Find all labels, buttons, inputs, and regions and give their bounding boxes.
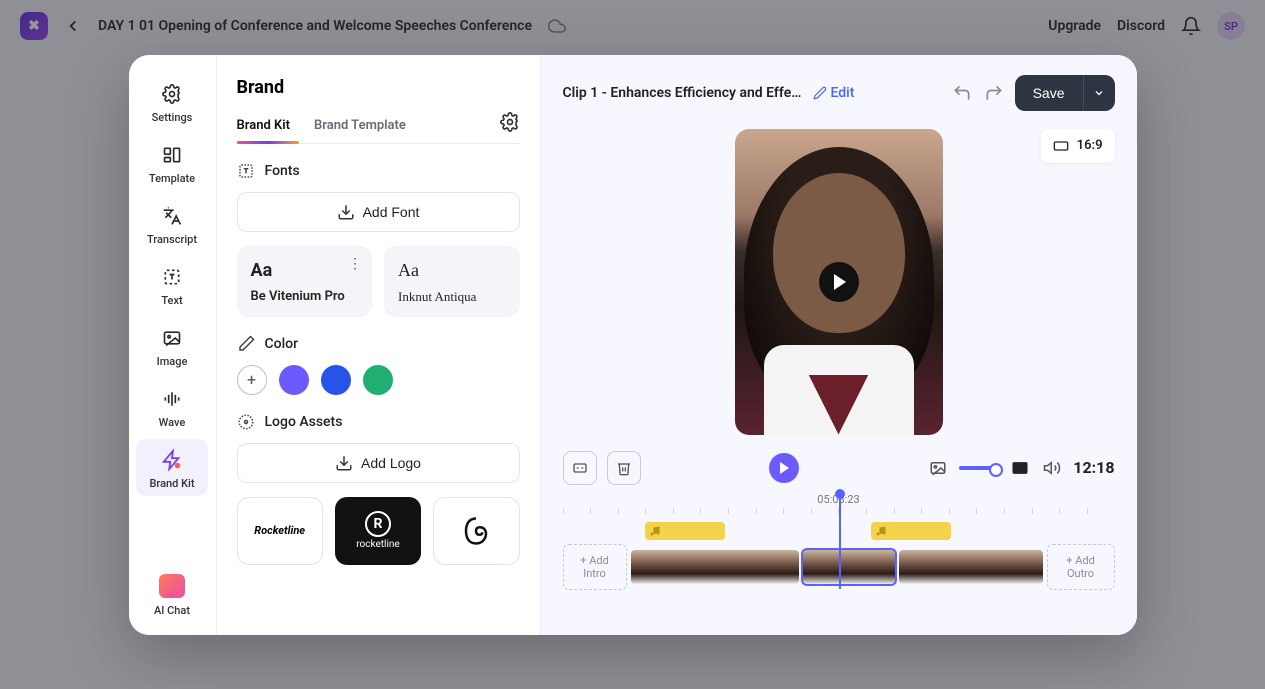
undo-icon[interactable] xyxy=(951,82,973,104)
section-label: Fonts xyxy=(265,163,300,179)
text-icon xyxy=(161,266,183,288)
color-swatch[interactable] xyxy=(279,365,309,395)
eyedropper-icon xyxy=(237,335,255,353)
zoom-slider[interactable] xyxy=(959,466,999,470)
edit-button[interactable]: Edit xyxy=(813,85,855,101)
redo-icon[interactable] xyxy=(983,82,1005,104)
save-button-group: Save xyxy=(1015,75,1115,111)
font-name: Be Vitenium Pro xyxy=(251,289,359,304)
audio-segment[interactable] xyxy=(871,522,951,540)
sidebar-label: Settings xyxy=(152,111,193,124)
sidebar-label: Text xyxy=(161,294,182,307)
aspect-ratio-button[interactable]: 16:9 xyxy=(1041,129,1115,163)
image-small-icon[interactable] xyxy=(927,457,949,479)
timeline: 05:08:23 + Add Intro xyxy=(563,493,1115,590)
logo-asset[interactable] xyxy=(433,497,519,565)
sidebar-item-text[interactable]: Text xyxy=(136,256,208,313)
clip-segment[interactable] xyxy=(899,550,1043,584)
fonts-icon xyxy=(237,162,255,180)
logo-asset[interactable]: R rocketline xyxy=(335,497,421,565)
section-label: Logo Assets xyxy=(265,414,343,430)
brand-tabs: Brand Kit Brand Template xyxy=(237,112,520,144)
video-preview[interactable] xyxy=(735,129,943,435)
preview-panel: Clip 1 - Enhances Efficiency and Effe...… xyxy=(541,55,1137,635)
add-outro-button[interactable]: + Add Outro xyxy=(1047,544,1115,590)
delete-button[interactable] xyxy=(607,451,641,485)
clip-segment-selected[interactable] xyxy=(803,550,895,584)
sidebar-label: Image xyxy=(157,355,188,368)
clip-title: Clip 1 - Enhances Efficiency and Effe... xyxy=(563,85,803,101)
sidebar-label: AI Chat xyxy=(154,604,190,617)
sidebar-label: Transcript xyxy=(147,233,197,246)
wave-icon xyxy=(161,388,183,410)
sidebar-item-wave[interactable]: Wave xyxy=(136,378,208,435)
sidebar-item-aichat[interactable]: AI Chat xyxy=(136,574,208,617)
color-swatch[interactable] xyxy=(363,365,393,395)
gear-icon xyxy=(161,83,183,105)
font-card[interactable]: ⋮ Aa Be Vitenium Pro xyxy=(237,246,373,317)
transcript-icon xyxy=(161,205,183,227)
modal-overlay: Settings Template Transcript Text Image … xyxy=(0,0,1265,689)
logo-section: Logo Assets Add Logo Rocketline R rocket… xyxy=(237,413,520,565)
sidebar-label: Template xyxy=(149,172,195,185)
play-overlay-icon[interactable] xyxy=(819,262,859,302)
clip-segment[interactable] xyxy=(631,550,799,584)
font-preview: Aa xyxy=(251,260,359,281)
save-dropdown[interactable] xyxy=(1083,75,1115,111)
sidebar-item-template[interactable]: Template xyxy=(136,134,208,191)
section-label: Color xyxy=(265,336,299,352)
template-icon xyxy=(161,144,183,166)
image-icon xyxy=(161,327,183,349)
sidebar-label: Brand Kit xyxy=(149,477,194,490)
volume-icon[interactable] xyxy=(1041,457,1063,479)
sidebar-item-transcript[interactable]: Transcript xyxy=(136,195,208,252)
tab-brand-kit[interactable]: Brand Kit xyxy=(237,112,291,143)
fonts-section: Fonts Add Font ⋮ Aa Be Vitenium Pro Aa I… xyxy=(237,162,520,317)
audio-segment[interactable] xyxy=(645,522,725,540)
sidebar-label: Wave xyxy=(159,416,186,429)
brand-panel: Brand Brand Kit Brand Template Fonts Add… xyxy=(217,55,541,635)
brand-modal: Settings Template Transcript Text Image … xyxy=(129,55,1137,635)
color-section: Color + xyxy=(237,335,520,395)
sidebar-item-brandkit[interactable]: Brand Kit xyxy=(136,439,208,496)
save-button[interactable]: Save xyxy=(1015,75,1083,111)
add-font-button[interactable]: Add Font xyxy=(237,192,520,232)
captions-toggle[interactable] xyxy=(563,451,597,485)
duration-label: 12:18 xyxy=(1073,458,1114,477)
logo-asset[interactable]: Rocketline xyxy=(237,497,323,565)
add-color-button[interactable]: + xyxy=(237,365,267,395)
chat-icon xyxy=(159,574,185,598)
add-logo-button[interactable]: Add Logo xyxy=(237,443,520,483)
font-preview: Aa xyxy=(398,260,506,281)
image-large-icon[interactable] xyxy=(1009,457,1031,479)
brandkit-icon xyxy=(161,449,183,471)
add-intro-button[interactable]: + Add Intro xyxy=(563,544,627,590)
gear-icon[interactable] xyxy=(500,112,520,143)
modal-sidebar: Settings Template Transcript Text Image … xyxy=(129,55,217,635)
sidebar-item-settings[interactable]: Settings xyxy=(136,73,208,130)
sidebar-item-image[interactable]: Image xyxy=(136,317,208,374)
font-name: Inknut Antiqua xyxy=(398,289,506,305)
playhead[interactable] xyxy=(839,493,841,589)
panel-heading: Brand xyxy=(237,77,520,98)
font-card[interactable]: Aa Inknut Antiqua xyxy=(384,246,520,317)
logo-icon xyxy=(237,413,255,431)
more-icon[interactable]: ⋮ xyxy=(348,256,362,272)
color-swatch[interactable] xyxy=(321,365,351,395)
tab-brand-template[interactable]: Brand Template xyxy=(314,112,406,143)
tab-indicator xyxy=(237,141,299,144)
play-button[interactable] xyxy=(769,453,799,483)
